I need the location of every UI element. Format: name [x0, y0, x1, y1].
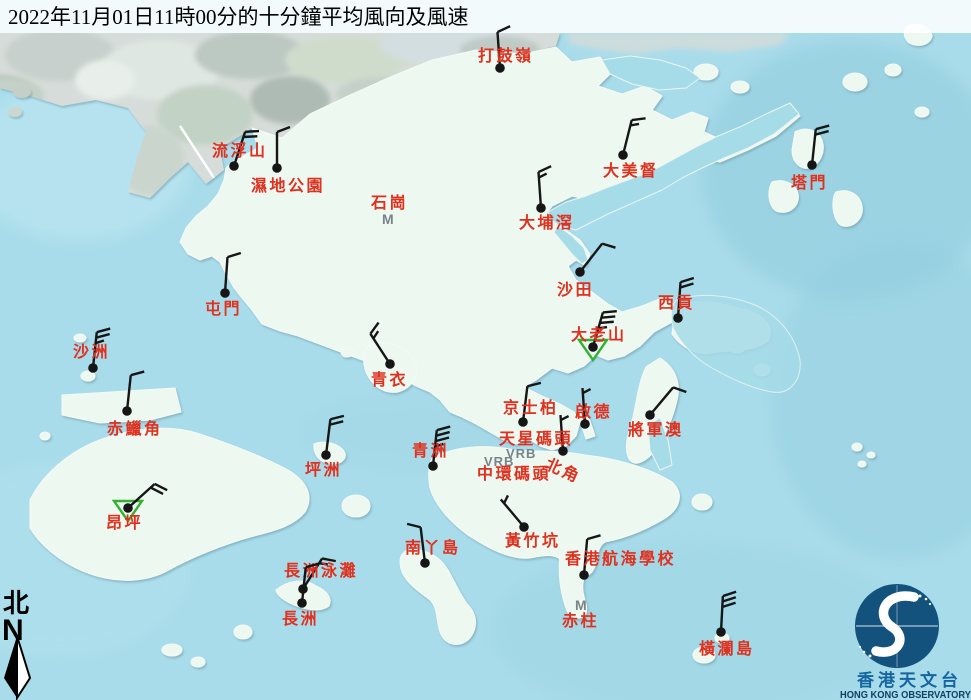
hko-name-en: HONG KONG OBSERVATORY — [840, 690, 971, 700]
station-label: 赤鱲角 — [107, 419, 163, 438]
station-dot — [575, 267, 585, 277]
station-label: 香港航海學校 — [564, 549, 676, 568]
wind-map-page: 2022年11月01日11時00分的十分鐘平均風向及風速 北 N 香港天文台 H… — [0, 0, 971, 700]
station-label: 大美督 — [603, 161, 659, 180]
station-label: 京士柏 — [503, 398, 559, 417]
hko-name-zh: 香港天文台 — [857, 670, 962, 690]
station-label: 塔門 — [791, 173, 828, 192]
station-dot — [618, 150, 628, 160]
title-bar: 2022年11月01日11時00分的十分鐘平均風向及風速 — [0, 0, 971, 33]
station-label: 黃竹坑 — [504, 531, 561, 550]
missing-data-marker: M — [575, 597, 587, 613]
station-label: 將軍澳 — [628, 420, 684, 439]
station-label: 西貢 — [658, 294, 695, 312]
hk-wind-map: 2022年11月01日11時00分的十分鐘平均風向及風速 北 N 香港天文台 H… — [0, 0, 971, 700]
missing-data-marker: M — [382, 211, 394, 227]
station-label: 流浮山 — [212, 141, 268, 160]
station-label: 長洲泳灘 — [284, 561, 358, 580]
station-dot — [272, 163, 282, 173]
station-label: 打鼓嶺 — [478, 46, 534, 65]
station-dot — [428, 461, 438, 471]
station-label: 天星碼頭 — [499, 430, 573, 448]
station-dot — [673, 313, 683, 323]
station-label: 大老山 — [571, 325, 627, 344]
station-label: 橫瀾島 — [699, 639, 755, 658]
station-label: 沙田 — [557, 281, 594, 299]
station-dot — [229, 161, 239, 171]
map-title: 2022年11月01日11時00分的十分鐘平均風向及風速 — [8, 5, 468, 29]
station-label: 青洲 — [412, 441, 449, 460]
station-dot — [645, 410, 655, 420]
station-dot — [297, 598, 307, 608]
station-dot — [321, 450, 331, 460]
station-dot — [88, 363, 98, 373]
station-label: 長洲 — [282, 610, 319, 628]
station-dot — [420, 558, 430, 568]
station-label: 石崗 — [370, 193, 408, 212]
station-dot — [123, 503, 133, 513]
station-label: 赤柱 — [562, 611, 599, 630]
station-label: 青衣 — [371, 370, 408, 389]
station-dot — [122, 406, 132, 416]
station-label: 啟德 — [575, 402, 612, 421]
station-label: 屯門 — [205, 299, 242, 318]
compass-n-label: N — [2, 614, 24, 647]
station-dot — [536, 203, 546, 213]
station-dot — [807, 160, 817, 170]
station-label: 南丫島 — [405, 538, 461, 557]
station-dot — [220, 288, 230, 298]
station-dot — [579, 570, 589, 580]
station-dot — [518, 417, 528, 427]
station-label: 濕地公園 — [251, 176, 325, 195]
station-label: 昂坪 — [106, 514, 143, 532]
station-label: 中環碼頭 — [477, 464, 551, 483]
station-dot — [519, 522, 529, 532]
station-label: 大埔滘 — [519, 213, 575, 232]
station-label: 坪洲 — [305, 461, 342, 479]
station-dot — [385, 359, 395, 369]
station-dot — [716, 627, 726, 637]
station-label: 沙洲 — [73, 343, 110, 361]
